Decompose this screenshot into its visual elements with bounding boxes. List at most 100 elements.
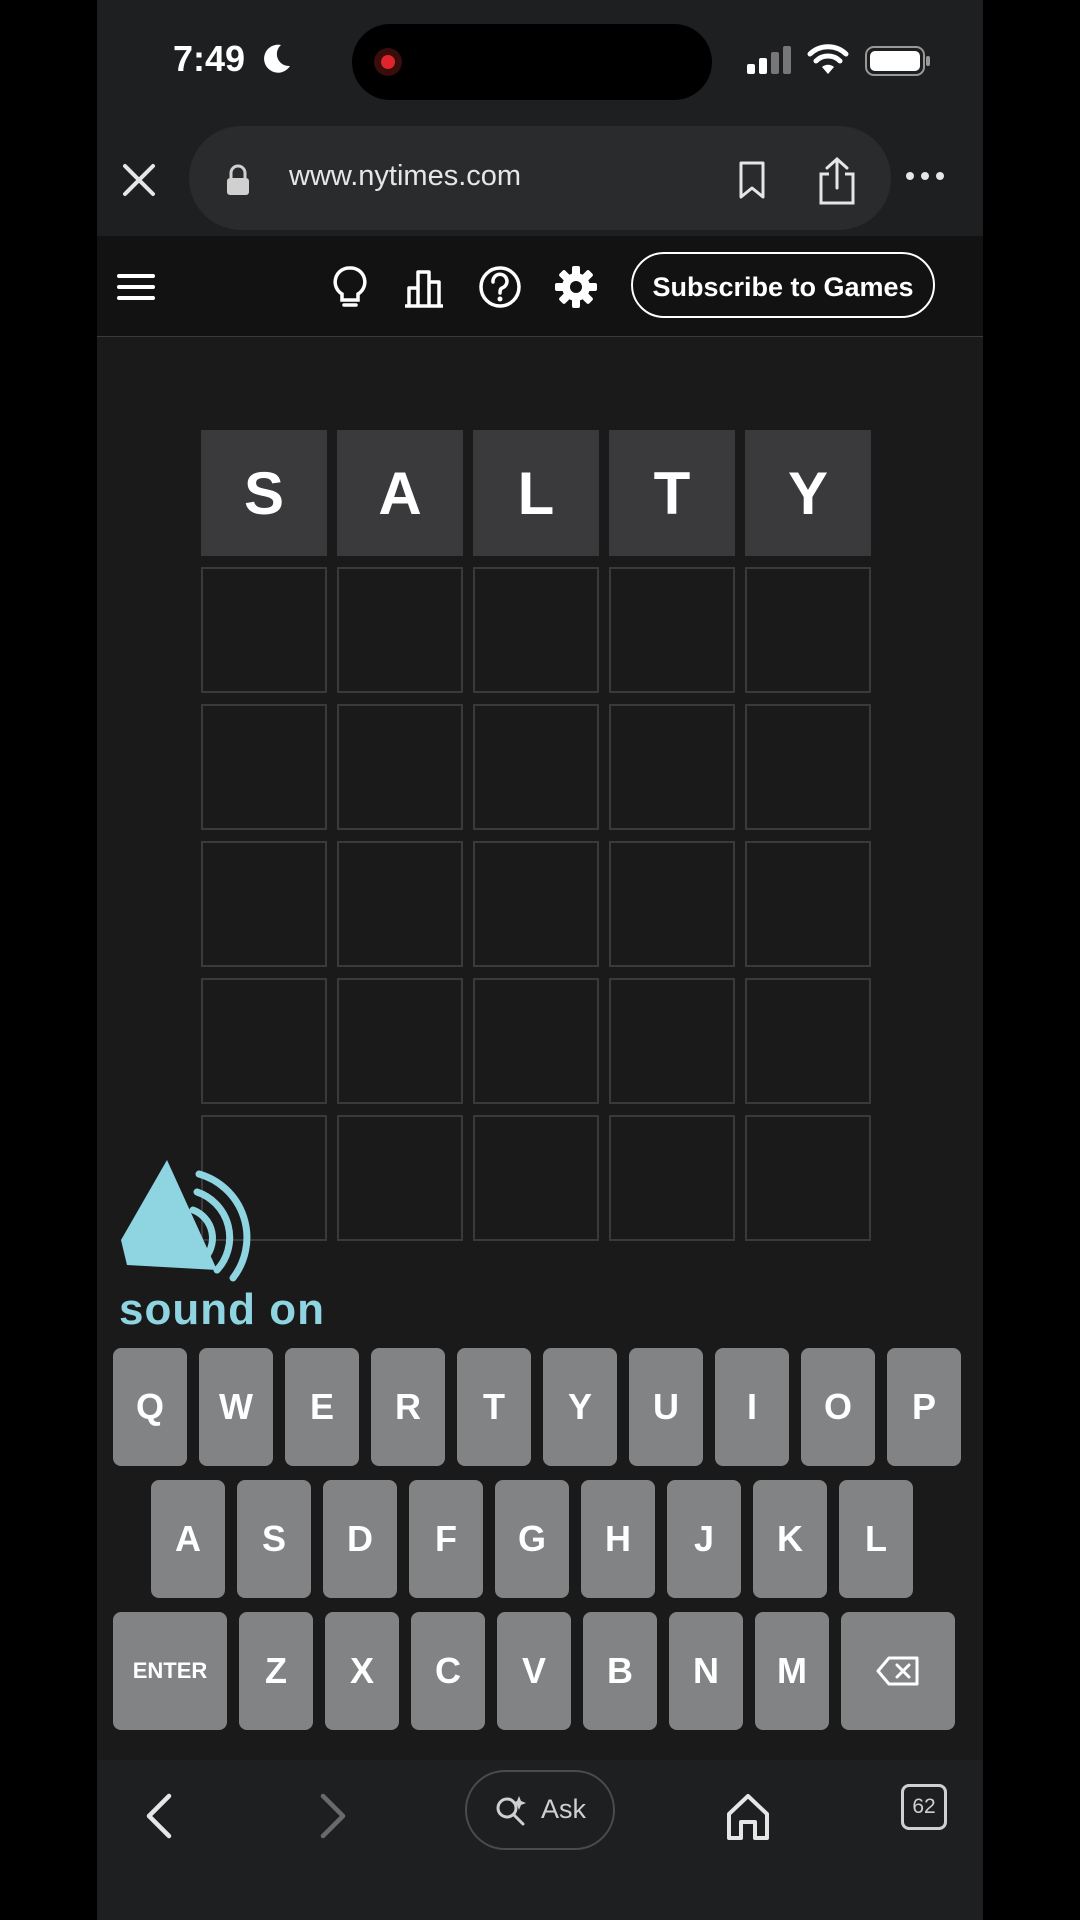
- board-row: [201, 978, 881, 1104]
- board-tile: [201, 841, 327, 967]
- board-tile: [609, 978, 735, 1104]
- board-tile: [337, 567, 463, 693]
- board-tile: [473, 704, 599, 830]
- board-tile: [609, 1115, 735, 1241]
- dynamic-island: [352, 24, 712, 100]
- key-a[interactable]: A: [151, 1480, 225, 1598]
- sound-on-label: sound on: [119, 1285, 325, 1334]
- board-row: [201, 567, 881, 693]
- board-tile: [201, 978, 327, 1104]
- ask-label: Ask: [541, 1794, 587, 1824]
- key-i[interactable]: I: [715, 1348, 789, 1466]
- key-o[interactable]: O: [801, 1348, 875, 1466]
- moon-icon: [264, 44, 290, 73]
- board-tile: [201, 567, 327, 693]
- board-tile: [473, 567, 599, 693]
- tabs-icon[interactable]: 62: [901, 1784, 947, 1830]
- home-icon[interactable]: [723, 1788, 773, 1844]
- board-tile: [745, 1115, 871, 1241]
- keyboard: Q W E R T Y U I O P A S D F G H J K L EN…: [113, 1348, 971, 1744]
- board-tile: [201, 704, 327, 830]
- key-y[interactable]: Y: [543, 1348, 617, 1466]
- board-tile: [337, 704, 463, 830]
- key-t[interactable]: T: [457, 1348, 531, 1466]
- close-icon[interactable]: [119, 160, 159, 200]
- board-tile: [337, 841, 463, 967]
- keyboard-row: ENTER Z X C V B N M: [113, 1612, 971, 1730]
- board-tile: [609, 704, 735, 830]
- key-h[interactable]: H: [581, 1480, 655, 1598]
- wifi-icon: [807, 44, 849, 74]
- key-c[interactable]: C: [411, 1612, 485, 1730]
- board-tile: [337, 978, 463, 1104]
- board-row: [201, 704, 881, 830]
- board-tile: [473, 841, 599, 967]
- back-icon[interactable]: [135, 1788, 185, 1844]
- key-z[interactable]: Z: [239, 1612, 313, 1730]
- ask-sparkle-icon: [496, 1796, 526, 1826]
- subscribe-button[interactable]: Subscribe to Games: [631, 252, 935, 318]
- url-bar[interactable]: www.nytimes.com: [189, 126, 891, 230]
- backspace-icon: [876, 1656, 919, 1686]
- board-tile: [337, 1115, 463, 1241]
- phone-screen: 7:49 www.nytimes.com Subscribe to Games …: [97, 0, 983, 1920]
- board-tile: [609, 841, 735, 967]
- bookmark-icon[interactable]: [735, 160, 769, 200]
- board-tile: [609, 567, 735, 693]
- keyboard-row: A S D F G H J K L: [113, 1480, 971, 1598]
- key-r[interactable]: R: [371, 1348, 445, 1466]
- more-icon[interactable]: [905, 166, 945, 186]
- share-icon[interactable]: [815, 156, 859, 206]
- stats-icon[interactable]: [401, 264, 447, 310]
- keyboard-row: Q W E R T Y U I O P: [113, 1348, 971, 1466]
- board-tile: [473, 1115, 599, 1241]
- board-tile: T: [609, 430, 735, 556]
- key-b[interactable]: B: [583, 1612, 657, 1730]
- key-q[interactable]: Q: [113, 1348, 187, 1466]
- key-m[interactable]: M: [755, 1612, 829, 1730]
- signal-icon: [747, 46, 791, 74]
- board-tile: [745, 841, 871, 967]
- board-tile: L: [473, 430, 599, 556]
- key-u[interactable]: U: [629, 1348, 703, 1466]
- recording-icon: [374, 48, 402, 76]
- help-icon[interactable]: [477, 264, 523, 310]
- board-tile: A: [337, 430, 463, 556]
- forward-icon[interactable]: [307, 1788, 357, 1844]
- menu-icon[interactable]: [117, 272, 155, 302]
- game-header: Subscribe to Games: [97, 236, 983, 337]
- key-w[interactable]: W: [199, 1348, 273, 1466]
- battery-icon: [865, 46, 930, 76]
- key-p[interactable]: P: [887, 1348, 961, 1466]
- key-e[interactable]: E: [285, 1348, 359, 1466]
- key-n[interactable]: N: [669, 1612, 743, 1730]
- settings-gear-icon[interactable]: [553, 264, 599, 310]
- status-bar: 7:49: [97, 0, 983, 122]
- key-f[interactable]: F: [409, 1480, 483, 1598]
- key-v[interactable]: V: [497, 1612, 571, 1730]
- browser-toolbar: www.nytimes.com: [97, 122, 983, 236]
- enter-key[interactable]: ENTER: [113, 1612, 227, 1730]
- backspace-key[interactable]: [841, 1612, 955, 1730]
- key-g[interactable]: G: [495, 1480, 569, 1598]
- key-s[interactable]: S: [237, 1480, 311, 1598]
- board-row: [201, 841, 881, 967]
- key-j[interactable]: J: [667, 1480, 741, 1598]
- board-row: S A L T Y: [201, 430, 881, 556]
- key-x[interactable]: X: [325, 1612, 399, 1730]
- ask-button[interactable]: Ask: [465, 1770, 615, 1850]
- browser-bottom-nav: Ask 62: [97, 1760, 983, 1920]
- board-tile: [745, 704, 871, 830]
- hint-bulb-icon[interactable]: [327, 264, 373, 310]
- board-tile: S: [201, 430, 327, 556]
- key-k[interactable]: K: [753, 1480, 827, 1598]
- board-tile: [473, 978, 599, 1104]
- key-l[interactable]: L: [839, 1480, 913, 1598]
- status-time: 7:49: [173, 38, 246, 79]
- url-text: www.nytimes.com: [289, 160, 522, 192]
- key-d[interactable]: D: [323, 1480, 397, 1598]
- board-tile: [745, 567, 871, 693]
- game-board: S A L T Y: [201, 430, 881, 1252]
- board-tile: [745, 978, 871, 1104]
- lock-icon: [227, 164, 249, 195]
